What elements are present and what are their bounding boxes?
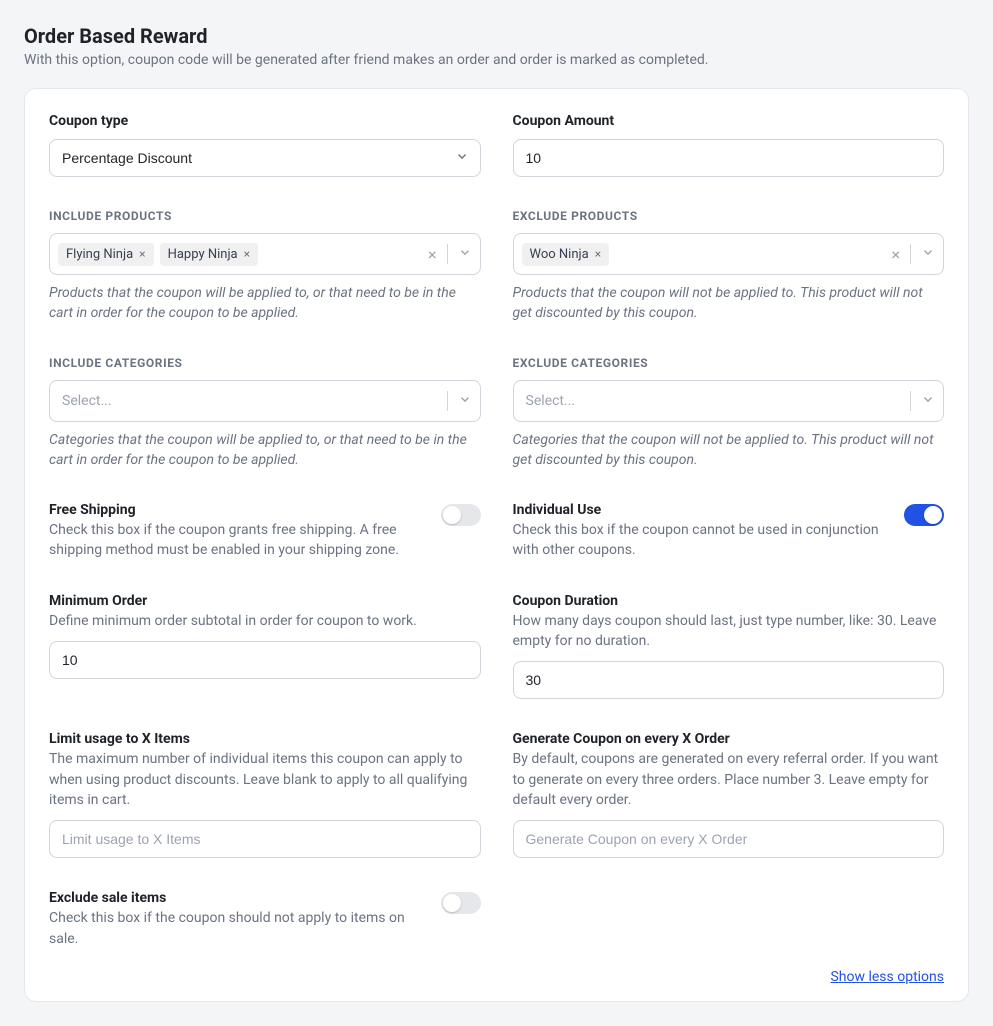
field-exclude-sale: Exclude sale items Check this box if the…: [49, 890, 481, 949]
tag-label: Woo Ninja: [530, 247, 589, 262]
limit-usage-input[interactable]: [49, 820, 481, 858]
field-individual-use: Individual Use Check this box if the cou…: [513, 502, 945, 561]
field-generate-every: Generate Coupon on every X Order By defa…: [513, 731, 945, 858]
individual-use-label: Individual Use: [513, 502, 889, 518]
divider: [910, 244, 911, 264]
coupon-type-select[interactable]: Percentage Discount: [49, 139, 481, 177]
free-shipping-toggle[interactable]: [441, 504, 481, 526]
page-title: Order Based Reward: [24, 24, 969, 48]
field-coupon-duration: Coupon Duration How many days coupon sho…: [513, 593, 945, 700]
exclude-categories-label: EXCLUDE CATEGORIES: [513, 356, 945, 370]
divider: [447, 391, 448, 411]
coupon-type-label: Coupon type: [49, 113, 481, 129]
page-subtitle: With this option, coupon code will be ge…: [24, 52, 969, 68]
include-products-help: Products that the coupon will be applied…: [49, 283, 481, 324]
exclude-sale-desc: Check this box if the coupon should not …: [49, 908, 425, 949]
include-categories-label: INCLUDE CATEGORIES: [49, 356, 481, 370]
exclude-products-label: EXCLUDE PRODUCTS: [513, 209, 945, 223]
spacer: [513, 890, 945, 949]
chevron-down-icon[interactable]: [921, 245, 935, 263]
field-free-shipping: Free Shipping Check this box if the coup…: [49, 502, 481, 561]
exclude-products-help: Products that the coupon will not be app…: [513, 283, 945, 324]
tag-item: Happy Ninja ×: [160, 243, 258, 266]
select-placeholder: Select...: [58, 393, 112, 409]
chevron-down-icon[interactable]: [458, 392, 472, 410]
field-coupon-type: Coupon type Percentage Discount: [49, 113, 481, 177]
chevron-down-icon[interactable]: [458, 245, 472, 263]
field-exclude-products: EXCLUDE PRODUCTS Woo Ninja × × Products …: [513, 209, 945, 324]
limit-usage-desc: The maximum number of individual items t…: [49, 749, 481, 810]
generate-every-desc: By default, coupons are generated on eve…: [513, 749, 945, 810]
divider: [447, 244, 448, 264]
select-placeholder: Select...: [522, 393, 576, 409]
minimum-order-label: Minimum Order: [49, 593, 481, 609]
limit-usage-label: Limit usage to X Items: [49, 731, 481, 747]
exclude-sale-label: Exclude sale items: [49, 890, 425, 906]
free-shipping-desc: Check this box if the coupon grants free…: [49, 520, 425, 561]
include-products-label: INCLUDE PRODUCTS: [49, 209, 481, 223]
field-include-categories: INCLUDE CATEGORIES Select... Categories …: [49, 356, 481, 471]
divider: [910, 391, 911, 411]
show-less-link[interactable]: Show less options: [830, 969, 944, 985]
minimum-order-input[interactable]: [49, 641, 481, 679]
exclude-categories-help: Categories that the coupon will not be a…: [513, 430, 945, 471]
individual-use-desc: Check this box if the coupon cannot be u…: [513, 520, 889, 561]
footer: Show less options: [49, 969, 944, 985]
page-header: Order Based Reward With this option, cou…: [24, 24, 969, 68]
field-minimum-order: Minimum Order Define minimum order subto…: [49, 593, 481, 700]
chevron-down-icon[interactable]: [921, 392, 935, 410]
individual-use-toggle[interactable]: [904, 504, 944, 526]
field-limit-usage: Limit usage to X Items The maximum numbe…: [49, 731, 481, 858]
exclude-sale-toggle[interactable]: [441, 892, 481, 914]
include-categories-help: Categories that the coupon will be appli…: [49, 430, 481, 471]
coupon-duration-desc: How many days coupon should last, just t…: [513, 611, 945, 652]
coupon-duration-input[interactable]: [513, 661, 945, 699]
coupon-amount-label: Coupon Amount: [513, 113, 945, 129]
free-shipping-label: Free Shipping: [49, 502, 425, 518]
clear-icon[interactable]: ×: [428, 245, 437, 264]
tag-remove-icon[interactable]: ×: [595, 247, 601, 261]
minimum-order-desc: Define minimum order subtotal in order f…: [49, 611, 481, 631]
tag-item: Woo Ninja ×: [522, 243, 610, 266]
coupon-amount-input[interactable]: [513, 139, 945, 177]
tag-remove-icon[interactable]: ×: [139, 247, 145, 261]
exclude-categories-select[interactable]: Select...: [513, 380, 945, 422]
tag-remove-icon[interactable]: ×: [244, 247, 250, 261]
settings-card: Coupon type Percentage Discount Coupon A…: [24, 88, 969, 1002]
field-exclude-categories: EXCLUDE CATEGORIES Select... Categories …: [513, 356, 945, 471]
field-coupon-amount: Coupon Amount: [513, 113, 945, 177]
tag-label: Flying Ninja: [66, 247, 133, 262]
generate-every-label: Generate Coupon on every X Order: [513, 731, 945, 747]
include-products-select[interactable]: Flying Ninja × Happy Ninja × ×: [49, 233, 481, 275]
tag-item: Flying Ninja ×: [58, 243, 154, 266]
generate-every-input[interactable]: [513, 820, 945, 858]
clear-icon[interactable]: ×: [891, 245, 900, 264]
field-include-products: INCLUDE PRODUCTS Flying Ninja × Happy Ni…: [49, 209, 481, 324]
coupon-duration-label: Coupon Duration: [513, 593, 945, 609]
include-categories-select[interactable]: Select...: [49, 380, 481, 422]
exclude-products-select[interactable]: Woo Ninja × ×: [513, 233, 945, 275]
tag-label: Happy Ninja: [168, 247, 238, 262]
